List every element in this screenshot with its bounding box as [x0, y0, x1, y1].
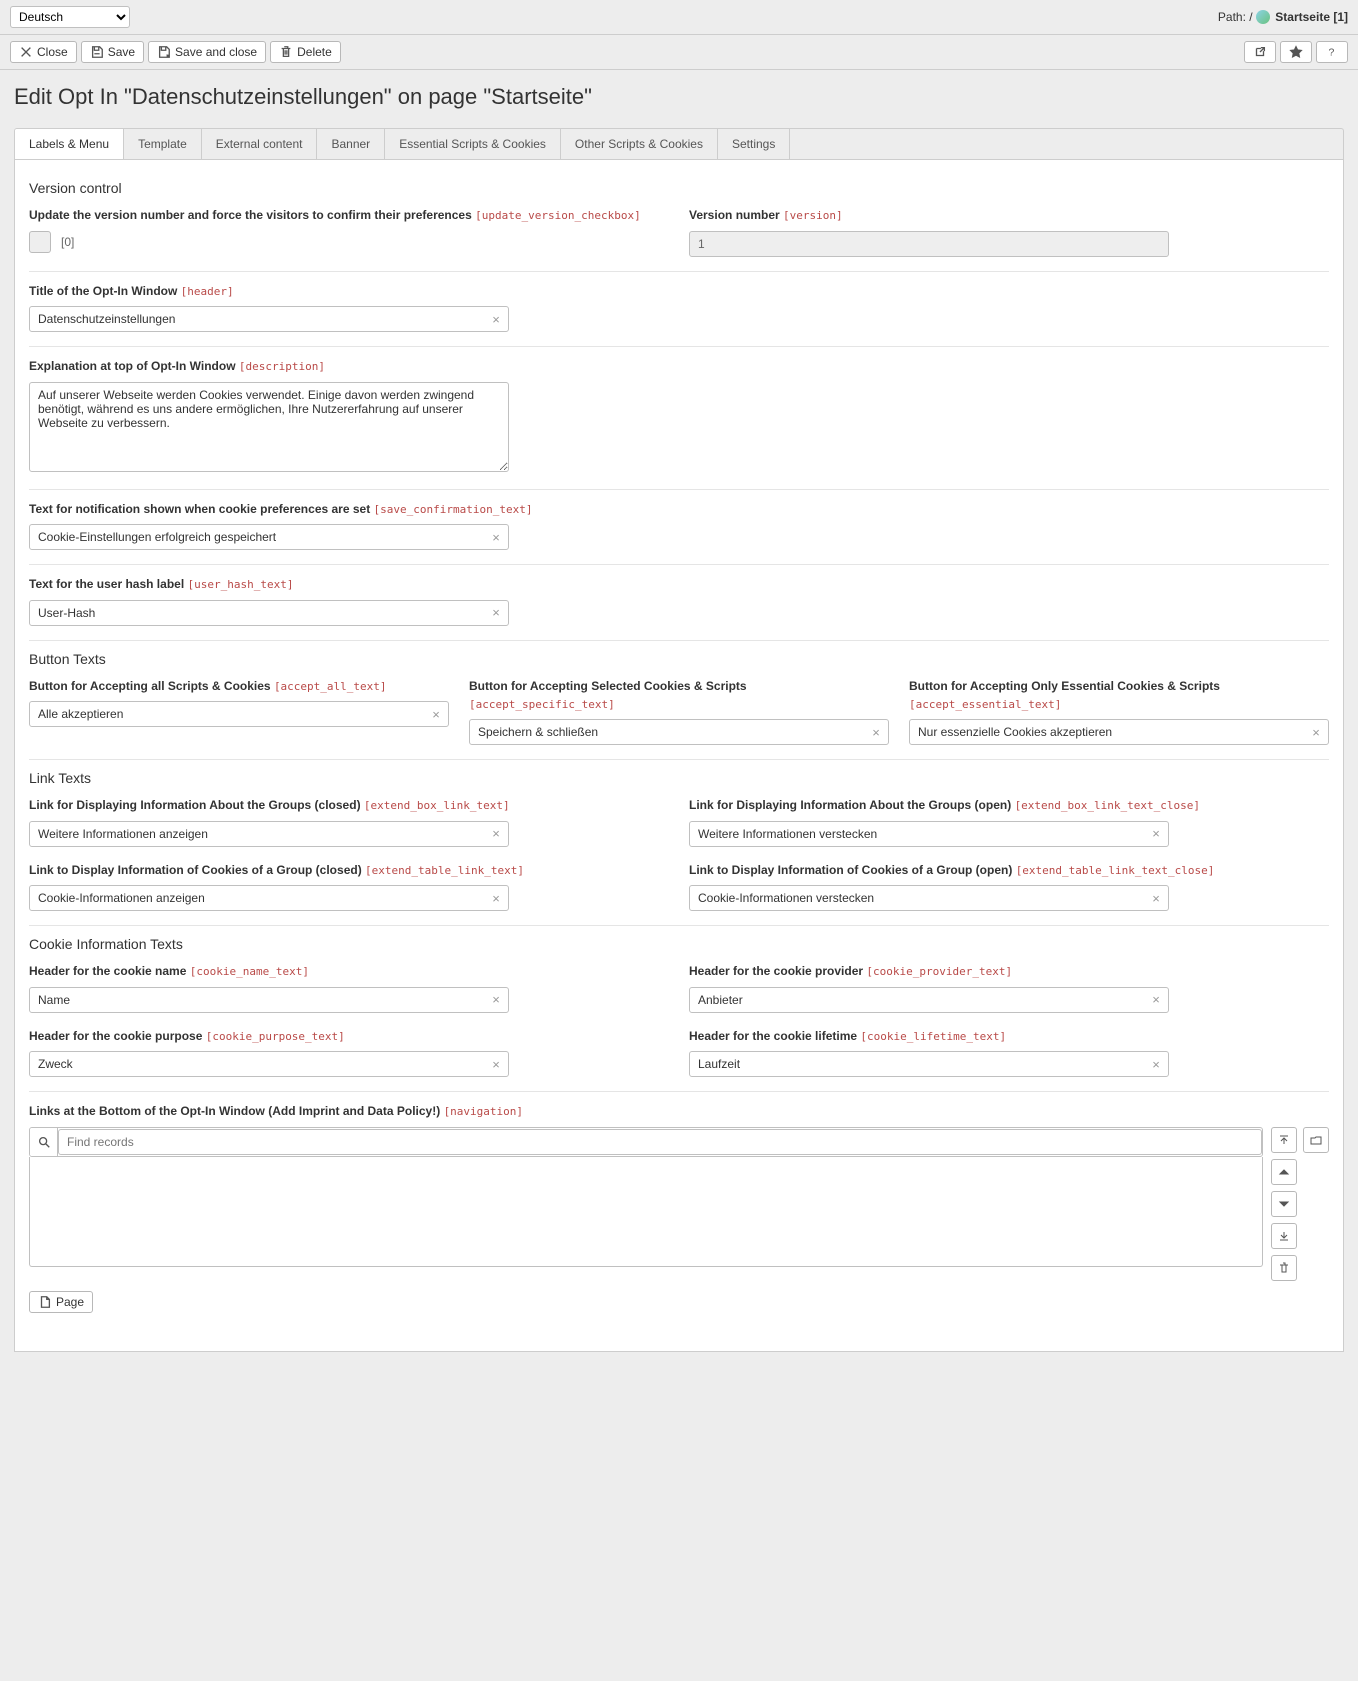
move-top-button[interactable]	[1271, 1127, 1297, 1153]
page-title: Edit Opt In "Datenschutzeinstellungen" o…	[14, 84, 1344, 110]
close-button[interactable]: Close	[10, 41, 77, 63]
tab-template[interactable]: Template	[124, 129, 202, 159]
clear-icon[interactable]: ×	[1308, 724, 1324, 740]
tab-essential[interactable]: Essential Scripts & Cookies	[385, 129, 561, 159]
user-hash-label: Text for the user hash label [user_hash_…	[29, 575, 1329, 594]
accept-specific-input[interactable]	[469, 719, 889, 745]
tab-settings[interactable]: Settings	[718, 129, 790, 159]
move-down-button[interactable]	[1271, 1191, 1297, 1217]
topbar: Deutsch Path: / Startseite [1]	[0, 0, 1358, 35]
update-version-checkbox[interactable]	[29, 231, 51, 253]
module-buttons: ?	[1244, 41, 1348, 63]
globe-icon	[1256, 10, 1270, 24]
version-number-label: Version number [version]	[689, 206, 1329, 225]
accept-essential-label: Button for Accepting Only Essential Cook…	[909, 677, 1329, 714]
version-number-input	[689, 231, 1169, 257]
clear-icon[interactable]: ×	[488, 605, 504, 621]
browse-button[interactable]	[1303, 1127, 1329, 1153]
delete-button[interactable]: Delete	[270, 41, 341, 63]
save-close-icon	[157, 45, 171, 59]
tab-external[interactable]: External content	[202, 129, 318, 159]
cookie-lifetime-label: Header for the cookie lifetime [cookie_l…	[689, 1027, 1329, 1046]
clear-icon[interactable]: ×	[488, 529, 504, 545]
cookie-purpose-input[interactable]	[29, 1051, 509, 1077]
action-buttons: Close Save Save and close Delete	[10, 41, 341, 63]
docheader: Close Save Save and close Delete ?	[0, 35, 1358, 70]
tab-labels-menu[interactable]: Labels & Menu	[15, 129, 124, 159]
header-label: Title of the Opt-In Window [header]	[29, 282, 1329, 301]
cookie-provider-label: Header for the cookie provider [cookie_p…	[689, 962, 1329, 981]
user-hash-input[interactable]	[29, 600, 509, 626]
breadcrumb: Path: / Startseite [1]	[1218, 10, 1348, 25]
extend-box-link-close-label: Link for Displaying Information About th…	[689, 796, 1329, 815]
save-icon	[90, 45, 104, 59]
cookie-lifetime-input[interactable]	[689, 1051, 1169, 1077]
save-close-button[interactable]: Save and close	[148, 41, 266, 63]
help-icon: ?	[1325, 45, 1339, 59]
panel: Version control Update the version numbe…	[14, 159, 1344, 1352]
section-link-texts: Link Texts	[29, 770, 1329, 786]
update-version-value: [0]	[61, 235, 74, 249]
update-version-label: Update the version number and force the …	[29, 206, 669, 225]
help-button[interactable]: ?	[1316, 41, 1348, 63]
external-link-icon	[1253, 45, 1267, 59]
section-version-control: Version control	[29, 180, 1329, 196]
tab-other[interactable]: Other Scripts & Cookies	[561, 129, 718, 159]
extend-box-link-input[interactable]	[29, 821, 509, 847]
clear-icon[interactable]: ×	[868, 724, 884, 740]
cookie-purpose-label: Header for the cookie purpose [cookie_pu…	[29, 1027, 669, 1046]
extend-table-link-close-label: Link to Display Information of Cookies o…	[689, 861, 1329, 880]
clear-icon[interactable]: ×	[488, 1056, 504, 1072]
tab-banner[interactable]: Banner	[317, 129, 385, 159]
cookie-name-input[interactable]	[29, 987, 509, 1013]
clear-icon[interactable]: ×	[1148, 1056, 1164, 1072]
cookie-name-label: Header for the cookie name [cookie_name_…	[29, 962, 669, 981]
extend-table-link-label: Link to Display Information of Cookies o…	[29, 861, 669, 880]
add-page-button[interactable]: Page	[29, 1291, 93, 1313]
clear-icon[interactable]: ×	[1148, 826, 1164, 842]
save-confirm-label: Text for notification shown when cookie …	[29, 500, 1329, 519]
clear-icon[interactable]: ×	[1148, 992, 1164, 1008]
accept-essential-input[interactable]	[909, 719, 1329, 745]
bookmark-button[interactable]	[1280, 41, 1312, 63]
extend-table-link-input[interactable]	[29, 885, 509, 911]
description-label: Explanation at top of Opt-In Window [des…	[29, 357, 1329, 376]
header-input[interactable]	[29, 306, 509, 332]
clear-icon[interactable]: ×	[488, 826, 504, 842]
close-icon	[19, 45, 33, 59]
trash-icon	[279, 45, 293, 59]
clear-icon[interactable]: ×	[488, 992, 504, 1008]
cookie-provider-input[interactable]	[689, 987, 1169, 1013]
accept-all-label: Button for Accepting all Scripts & Cooki…	[29, 677, 449, 696]
navigation-listbox[interactable]	[29, 1157, 1263, 1267]
navigation-label: Links at the Bottom of the Opt-In Window…	[29, 1102, 1329, 1121]
accept-all-input[interactable]	[29, 701, 449, 727]
search-icon	[30, 1128, 58, 1156]
move-bottom-button[interactable]	[1271, 1223, 1297, 1249]
description-textarea[interactable]	[29, 382, 509, 472]
open-new-button[interactable]	[1244, 41, 1276, 63]
clear-icon[interactable]: ×	[488, 890, 504, 906]
page-icon	[38, 1295, 52, 1309]
save-button[interactable]: Save	[81, 41, 144, 63]
move-up-button[interactable]	[1271, 1159, 1297, 1185]
svg-text:?: ?	[1329, 47, 1335, 59]
extend-box-link-close-input[interactable]	[689, 821, 1169, 847]
clear-icon[interactable]: ×	[488, 311, 504, 327]
clear-icon[interactable]: ×	[1148, 890, 1164, 906]
find-records-input[interactable]	[58, 1129, 1262, 1155]
extend-box-link-label: Link for Displaying Information About th…	[29, 796, 669, 815]
star-icon	[1289, 45, 1303, 59]
remove-button[interactable]	[1271, 1255, 1297, 1281]
accept-specific-label: Button for Accepting Selected Cookies & …	[469, 677, 889, 714]
extend-table-link-close-input[interactable]	[689, 885, 1169, 911]
section-cookie-info: Cookie Information Texts	[29, 936, 1329, 952]
clear-icon[interactable]: ×	[428, 706, 444, 722]
tabs: Labels & Menu Template External content …	[14, 128, 1344, 159]
save-confirm-input[interactable]	[29, 524, 509, 550]
section-button-texts: Button Texts	[29, 651, 1329, 667]
language-select[interactable]: Deutsch	[10, 6, 130, 28]
